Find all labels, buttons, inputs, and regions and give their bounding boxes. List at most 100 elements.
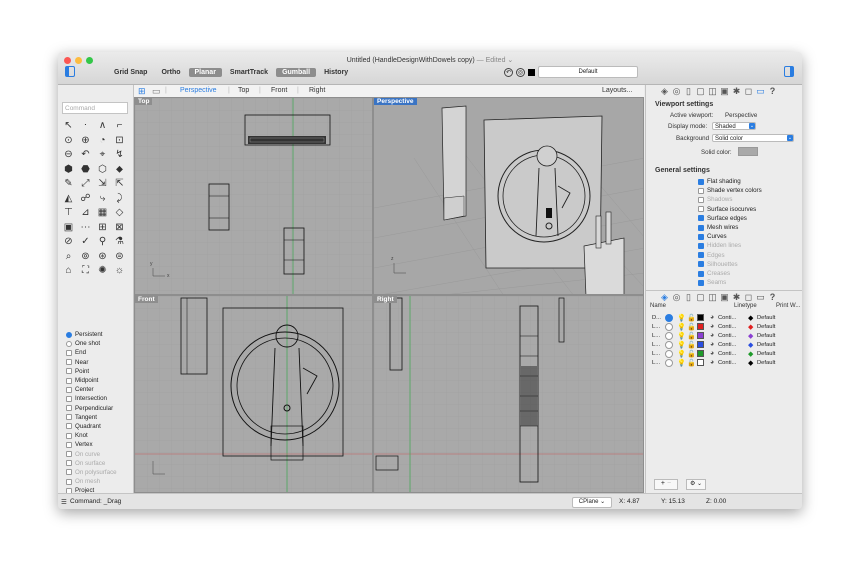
pan-tool-icon[interactable]: ⊛ <box>94 250 111 265</box>
tab-front[interactable]: Front <box>271 87 287 94</box>
layer-row[interactable]: L... 💡 🔓 ◕ Conti... ◆ Default <box>652 358 775 367</box>
solid-tool-icon[interactable]: ◇ <box>111 206 128 221</box>
checkbox[interactable] <box>698 196 704 203</box>
text-tool-icon[interactable]: ⊤ <box>60 206 77 221</box>
document-icon[interactable]: ▯ <box>684 86 693 97</box>
checkbox[interactable] <box>66 423 72 430</box>
background-dropdown[interactable]: Solid color ⌄ <box>712 134 794 142</box>
checkbox[interactable] <box>66 478 72 485</box>
solid-color-swatch[interactable] <box>738 147 758 156</box>
layer-row[interactable]: L... 💡 🔓 ◕ Conti... ◆ Default <box>652 349 775 358</box>
osnap-perpendicular[interactable]: Perpendicular <box>66 404 117 413</box>
material-icon[interactable]: ◕ <box>710 359 718 366</box>
material-icon[interactable]: ◕ <box>710 314 718 321</box>
layer-color-swatch[interactable] <box>697 341 704 348</box>
layer-print-width[interactable]: Default <box>757 342 775 348</box>
current-layer-radio[interactable] <box>665 331 673 340</box>
command-history-icon[interactable]: ☰ <box>61 498 67 506</box>
viewport-right[interactable]: Right <box>373 295 644 493</box>
rotate-tool-icon[interactable]: ⇱ <box>111 177 128 192</box>
print-color-diamond-icon[interactable]: ◆ <box>748 350 757 358</box>
array-tool-icon[interactable]: ▦ <box>94 206 111 221</box>
setting-shadows[interactable]: Shadows <box>698 196 732 203</box>
current-layer-radio[interactable] <box>665 322 673 331</box>
viewport-front[interactable]: Front <box>134 295 373 493</box>
toggle-smarttrack[interactable]: SmartTrack <box>224 68 274 77</box>
checkbox[interactable] <box>66 395 72 402</box>
checkbox[interactable] <box>66 469 72 476</box>
layer-name[interactable]: L... <box>652 324 665 330</box>
pen-tool-icon[interactable]: ✎ <box>60 177 77 192</box>
osnap-midpoint[interactable]: Midpoint <box>66 376 117 385</box>
setting-flat-shading[interactable]: Flat shading <box>698 178 741 185</box>
osnap-quadrant[interactable]: Quadrant <box>66 422 117 431</box>
sphere-tool-icon[interactable]: ⬡ <box>94 163 111 178</box>
cone-tool-icon[interactable]: ⬥ <box>111 163 128 178</box>
help-icon[interactable]: ? <box>768 292 777 303</box>
layer-name[interactable]: D... <box>652 315 665 321</box>
layer-print-width[interactable]: Default <box>757 324 775 330</box>
layer-linetype[interactable]: Conti... <box>718 315 748 321</box>
checkbox[interactable] <box>66 386 72 393</box>
point-tool-icon[interactable]: ⋅ <box>77 119 94 134</box>
rectangle-tool-icon[interactable]: ⌐ <box>111 119 128 134</box>
texture-icon[interactable]: ◻ <box>744 292 753 303</box>
osnap-tangent[interactable]: Tangent <box>66 413 117 422</box>
layer-options-icon[interactable]: ⚙ ⌄ <box>686 479 706 490</box>
display-icon[interactable]: ▭ <box>756 292 765 303</box>
osnap-on-curve[interactable]: On curve <box>66 449 117 458</box>
camera-icon[interactable]: ▣ <box>720 292 729 303</box>
trim-tool-icon[interactable]: ↯ <box>111 148 128 163</box>
layer-linetype[interactable]: Conti... <box>718 333 748 339</box>
visibility-bulb-icon[interactable]: 💡 <box>677 359 687 367</box>
split-tool-icon[interactable]: ⊘ <box>60 235 77 250</box>
checkbox[interactable] <box>698 270 704 277</box>
print-color-diamond-icon[interactable]: ◆ <box>748 341 757 349</box>
extrude-tool-icon[interactable]: ⤷ <box>94 192 111 207</box>
layer-row[interactable]: L... 💡 🔓 ◕ Conti... ◆ Default <box>652 322 775 331</box>
setting-mesh-wires[interactable]: Mesh wires <box>698 224 738 231</box>
light-tool-icon[interactable]: ☼ <box>111 264 128 279</box>
layer-name[interactable]: L... <box>652 351 665 357</box>
current-layer-radio[interactable] <box>665 313 673 322</box>
current-layer-radio[interactable] <box>665 340 673 349</box>
checkbox[interactable] <box>66 368 72 375</box>
lock-icon[interactable]: 🔓 <box>687 359 697 367</box>
orbit-tool-icon[interactable]: ⊚ <box>77 250 94 265</box>
viewport-top[interactable]: Top y x <box>134 97 373 295</box>
layer-row[interactable]: L... 💡 🔓 ◕ Conti... ◆ Default <box>652 331 775 340</box>
scale-tool-icon[interactable]: ⤢ <box>77 177 94 192</box>
setting-surface-edges[interactable]: Surface edges <box>698 215 747 222</box>
sun-tool-icon[interactable]: ✺ <box>94 264 111 279</box>
print-color-diamond-icon[interactable]: ◆ <box>748 323 757 331</box>
layer-color-swatch[interactable] <box>528 68 535 76</box>
boolean-tool-icon[interactable]: ⊠ <box>111 221 128 236</box>
checkbox[interactable] <box>698 279 704 286</box>
polyline-tool-icon[interactable]: ∧ <box>94 119 111 134</box>
checkbox[interactable] <box>66 432 72 439</box>
checkbox[interactable] <box>66 451 72 458</box>
curve-tool-icon[interactable]: ⊖ <box>60 148 77 163</box>
column-print-width[interactable]: Print W... <box>776 303 800 309</box>
layer-linetype[interactable]: Conti... <box>718 342 748 348</box>
toggle-planar[interactable]: Planar <box>188 68 222 77</box>
checkbox[interactable] <box>698 178 704 185</box>
cplane-dropdown[interactable]: CPlane ⌄ <box>572 497 612 508</box>
materials-icon[interactable]: ◎ <box>672 292 681 303</box>
select-tool-icon[interactable]: ↖ <box>60 119 77 134</box>
grid-tool-icon[interactable]: ⋯ <box>77 221 94 236</box>
visibility-bulb-icon[interactable]: 💡 <box>677 314 687 322</box>
layers-icon[interactable]: ◈ <box>660 292 669 303</box>
visibility-bulb-icon[interactable]: 💡 <box>677 350 687 358</box>
material-icon[interactable]: ◕ <box>710 332 718 339</box>
visibility-bulb-icon[interactable]: 💡 <box>677 332 687 340</box>
setting-creases[interactable]: Creases <box>698 270 730 277</box>
target-tool-icon[interactable]: ⊜ <box>111 250 128 265</box>
checkbox[interactable] <box>698 215 704 222</box>
osnap-intersection[interactable]: Intersection <box>66 394 117 403</box>
checkbox[interactable] <box>698 233 704 240</box>
checkbox[interactable] <box>66 359 72 366</box>
osnap-near[interactable]: Near <box>66 358 117 367</box>
current-layer-dropdown[interactable]: Default <box>538 66 638 78</box>
osnap-point[interactable]: Point <box>66 367 117 376</box>
